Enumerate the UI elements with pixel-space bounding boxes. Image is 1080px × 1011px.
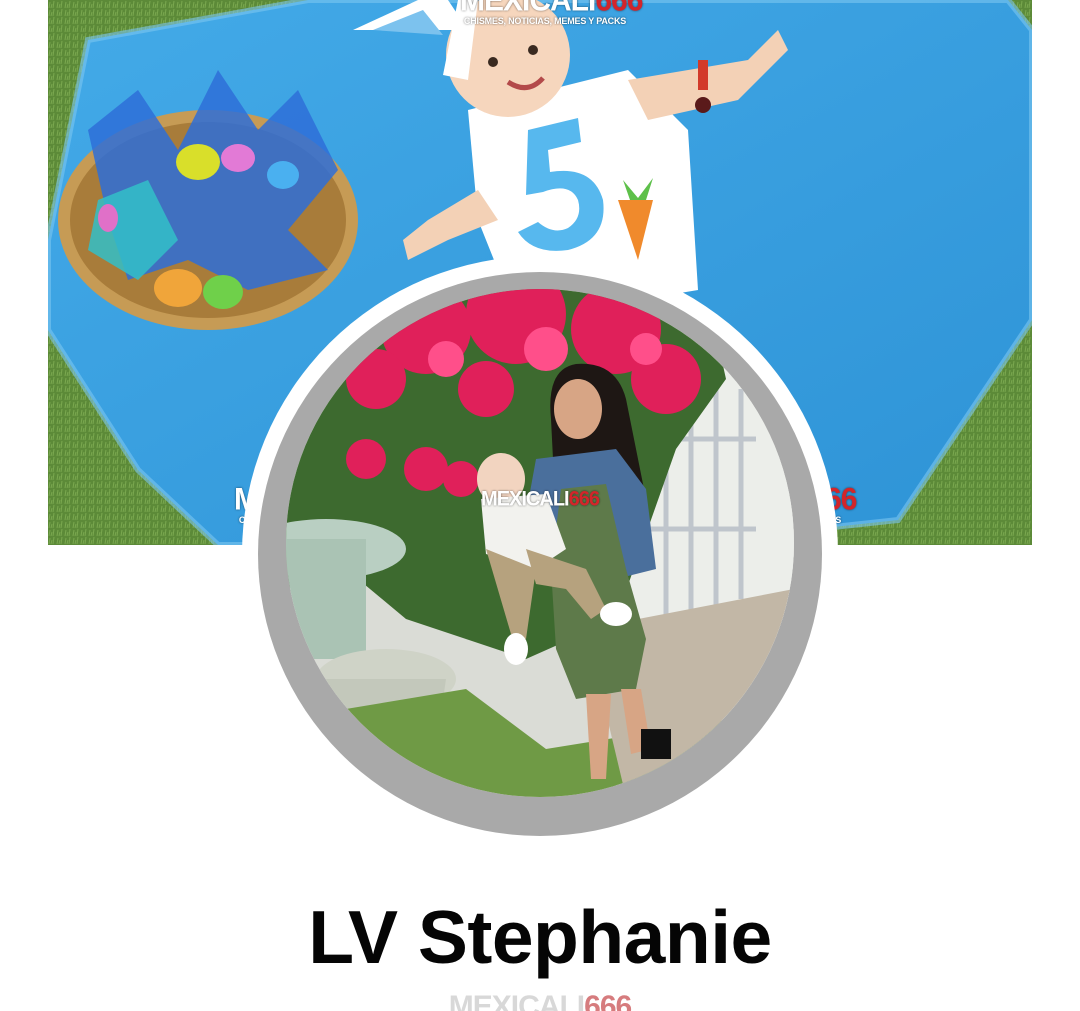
profile-picture[interactable]: MEXICALI666 <box>286 289 794 797</box>
profile-picture-image <box>286 289 794 797</box>
profile-name: LV Stephanie <box>308 895 772 979</box>
watermark-logo-bottom: MEXICALI666 <box>448 992 632 1011</box>
